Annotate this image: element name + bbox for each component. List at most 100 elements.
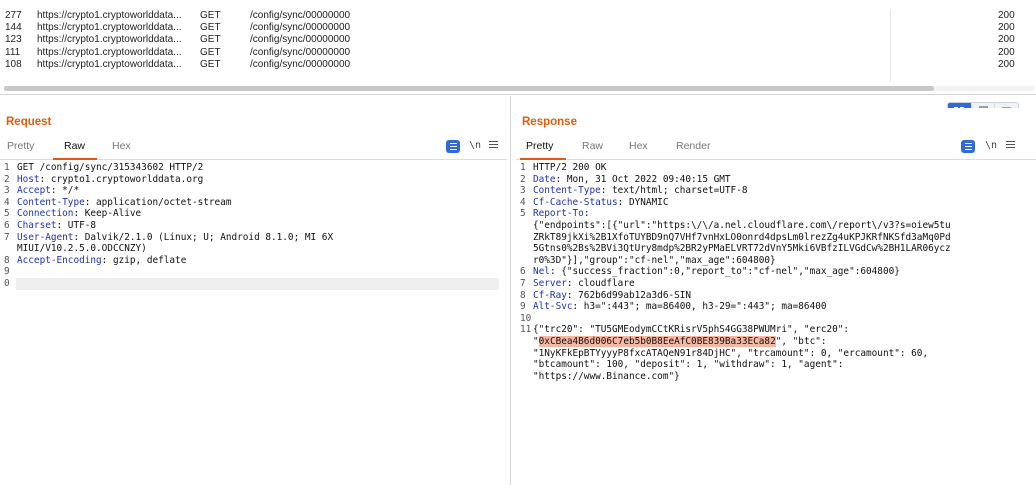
code-line: 5Gtns0%2Bs%2BVi3QtUry8mdp%2BR2yPMaELVRT7…	[516, 243, 1036, 255]
message-actions-icon[interactable]	[961, 140, 975, 153]
code-text: Charset: UTF-8	[17, 219, 97, 231]
code-line: 6 Charset: UTF-8	[0, 220, 507, 232]
request-editor[interactable]: 1 GET /config/sync/315343602 HTTP/2 2 Host:…	[0, 162, 507, 290]
header-name: Host	[17, 173, 40, 185]
line-number: 0	[4, 277, 10, 289]
header-name: Content-Type	[533, 185, 601, 197]
row-id: 144	[5, 22, 22, 34]
response-tab-pretty[interactable]: Pretty	[526, 140, 553, 152]
header-name: Nel	[533, 266, 550, 278]
header-name: Content-Type	[17, 196, 85, 208]
newline-toggle[interactable]: \n	[985, 140, 997, 151]
line-number: 4	[4, 196, 10, 208]
request-active-tab-indicator	[53, 158, 97, 160]
code-text: {"trc20": "TU5GMEodymCCtKRisrV5phS4GG38P…	[533, 324, 850, 336]
panel-splitter[interactable]	[510, 96, 511, 485]
line-number: 7	[520, 277, 526, 289]
code-line: "0xCBea4B6d006C7eb5b0B8EeAfC0BE839Ba33EC…	[516, 335, 1036, 348]
horizontal-scrollbar-thumb[interactable]	[4, 86, 934, 91]
line-number: 9	[4, 266, 10, 278]
line-number: 6	[520, 266, 526, 278]
request-tab-hex[interactable]: Hex	[112, 140, 131, 152]
line-number: 1	[4, 162, 10, 173]
table-row[interactable]: 111 https://crypto1.cryptoworlddata... GET…	[0, 47, 1036, 59]
code-line: 9 Alt-Svc: h3=":443"; ma=86400, h3-29=":4…	[516, 301, 1036, 313]
response-tab-render[interactable]: Render	[676, 140, 710, 152]
code-line: ZRkT89jkXi%2B1XfoTUYBD9nQ7VHf7vnHxLO0onr…	[516, 232, 1036, 244]
code-text: Date: Mon, 31 Oct 2022 09:40:15 GMT	[533, 173, 731, 185]
newline-toggle[interactable]: \n	[469, 140, 481, 151]
table-row[interactable]: 277 https://crypto1.cryptoworlddata... GET…	[0, 10, 1036, 22]
menu-icon[interactable]	[489, 140, 498, 149]
pane-divider[interactable]	[0, 94, 1036, 95]
header-name: Date	[533, 173, 556, 185]
row-path: /config/sync/00000000	[250, 22, 351, 34]
code-text: r0%3D"}],"group":"cf-nel","max_age":6048…	[533, 254, 776, 266]
header-name: Cf-Ray	[533, 289, 567, 301]
code-line: 8 Accept-Encoding: gzip, deflate	[0, 255, 507, 267]
line-number: 1	[520, 162, 526, 173]
response-active-tab-indicator	[520, 158, 566, 160]
request-title: Request	[6, 116, 52, 128]
code-text: "0xCBea4B6d006C7eb5b0B8EeAfC0BE839Ba33EC…	[533, 335, 827, 347]
code-line: "btcamount": 100, "deposit": 1, "withdra…	[516, 359, 1036, 371]
code-text: Alt-Svc: h3=":443"; ma=86400, h3-29=":44…	[533, 301, 827, 313]
code-line: 9	[0, 266, 507, 278]
line-number: 11	[520, 324, 532, 336]
code-line: 5 Connection: Keep-Alive	[0, 208, 507, 220]
line-number: 2	[4, 173, 10, 185]
code-text: GET /config/sync/315343602 HTTP/2	[17, 162, 204, 173]
row-method: GET	[200, 22, 221, 34]
row-host: https://crypto1.cryptoworlddata...	[37, 58, 182, 70]
row-status: 200	[998, 46, 1015, 58]
response-tab-hex[interactable]: Hex	[629, 140, 648, 152]
line-number: 9	[520, 301, 526, 313]
request-tab-raw[interactable]: Raw	[64, 140, 85, 152]
row-id: 277	[5, 10, 22, 21]
line-number: 2	[520, 173, 526, 185]
header-name: Server	[533, 277, 567, 289]
code-line: 1 GET /config/sync/315343602 HTTP/2	[0, 162, 507, 174]
code-text: Host: crypto1.cryptoworlddata.org	[17, 173, 204, 185]
response-tab-raw[interactable]: Raw	[582, 140, 603, 152]
row-status: 200	[998, 22, 1015, 34]
message-actions-icon[interactable]	[446, 140, 460, 153]
response-editor[interactable]: 1 HTTP/2 200 OK 2 Date: Mon, 31 Oct 2022 09…	[516, 162, 1036, 382]
response-tabs: Pretty Raw Hex Render \n	[516, 134, 1036, 160]
line-number: 8	[4, 254, 10, 266]
table-row[interactable]: 123 https://crypto1.cryptoworlddata... GET…	[0, 34, 1036, 46]
line-number: 5	[520, 208, 526, 220]
line-number: 5	[4, 208, 10, 220]
proxy-history-table: 277 https://crypto1.cryptoworlddata... GET…	[0, 0, 1036, 92]
row-method: GET	[200, 46, 221, 58]
request-tab-pretty[interactable]: Pretty	[7, 140, 34, 152]
row-id: 123	[5, 34, 22, 46]
menu-icon[interactable]	[1006, 140, 1015, 149]
code-text: Content-Type: text/html; charset=UTF-8	[533, 185, 748, 197]
code-line: 5 Report-To:	[516, 208, 1036, 220]
code-line: 0	[0, 278, 507, 290]
highlighted-address: 0xCBea4B6d006C7eb5b0B8EeAfC0BE839Ba33ECa…	[538, 335, 776, 347]
table-row[interactable]: 108 https://crypto1.cryptoworlddata... GET…	[0, 59, 1036, 71]
header-name: Accept-Encoding	[17, 254, 102, 266]
code-text: "https://www.Binance.com"}	[533, 370, 680, 382]
header-name: Cf-Cache-Status	[533, 196, 618, 208]
code-text: Accept: */*	[17, 185, 80, 197]
code-line: "https://www.Binance.com"}	[516, 371, 1036, 383]
header-name: User-Agent	[17, 231, 74, 243]
header-name: Connection	[17, 208, 74, 220]
table-row[interactable]: 144 https://crypto1.cryptoworlddata... GET…	[0, 22, 1036, 34]
code-line: 4 Cf-Cache-Status: DYNAMIC	[516, 197, 1036, 209]
row-host: https://crypto1.cryptoworlddata...	[37, 34, 182, 46]
code-text: "1NyKFkEpBTYyyyP8fxcATAQeN91r84DjHC", "t…	[533, 347, 929, 359]
code-line: 7 User-Agent: Dalvik/2.1.0 (Linux; U; And…	[0, 232, 507, 244]
code-line: 8 Cf-Ray: 762b6d99ab12a3d6-SIN	[516, 290, 1036, 302]
header-name: Charset	[17, 219, 57, 231]
header-name: Report-To	[533, 208, 584, 220]
code-text: HTTP/2 200 OK	[533, 162, 607, 173]
code-text: Content-Type: application/octet-stream	[17, 196, 232, 208]
code-text: Connection: Keep-Alive	[17, 208, 142, 220]
row-host: https://crypto1.cryptoworlddata...	[37, 10, 182, 21]
code-text: 5Gtns0%2Bs%2BVi3QtUry8mdp%2BR2yPMaELVRT7…	[533, 243, 951, 255]
row-id: 111	[5, 46, 21, 58]
